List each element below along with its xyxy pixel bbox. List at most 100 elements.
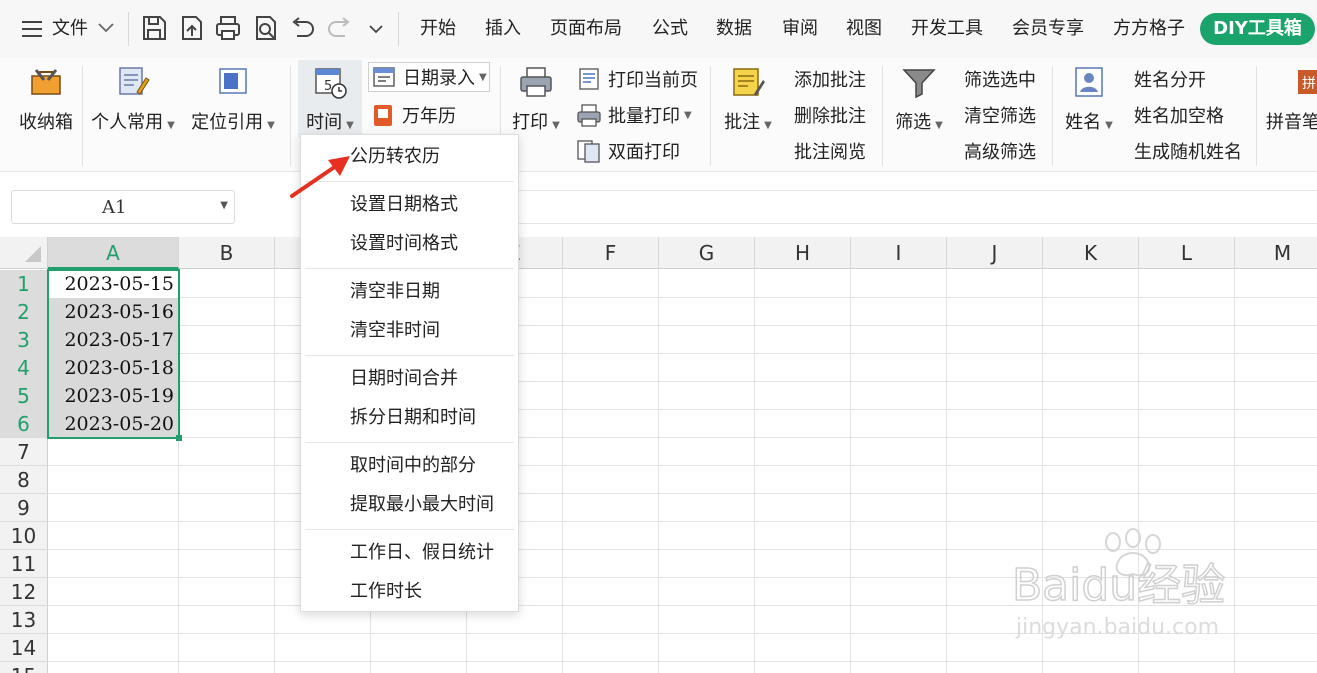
column-header[interactable]: M xyxy=(1235,237,1317,269)
row-header[interactable]: 11 xyxy=(0,550,48,578)
printer-icon xyxy=(520,67,552,97)
menu-item-workday-holiday-stats[interactable]: 工作日、假日统计 xyxy=(301,534,518,572)
row-header[interactable]: 12 xyxy=(0,578,48,606)
column-header[interactable]: F xyxy=(563,237,659,269)
column-header[interactable]: L xyxy=(1139,237,1235,269)
row-header[interactable]: 5 xyxy=(0,382,48,410)
chevron-down-icon[interactable] xyxy=(96,20,116,36)
column-header[interactable]: B xyxy=(179,237,275,269)
tab-home[interactable]: 开始 xyxy=(420,15,456,43)
cell-a4[interactable]: 2023-05-18 xyxy=(49,354,178,382)
tab-data[interactable]: 数据 xyxy=(716,15,752,43)
print-icon[interactable] xyxy=(214,14,242,42)
row-header[interactable]: 8 xyxy=(0,466,48,494)
menu-item-merge-date-time[interactable]: 日期时间合并 xyxy=(301,360,518,398)
export-pdf-icon[interactable] xyxy=(178,14,206,42)
row-header[interactable]: 13 xyxy=(0,606,48,634)
spreadsheet-grid[interactable]: A B C D E F G H I J K L M xyxy=(0,237,1317,673)
row-header[interactable]: 3 xyxy=(0,326,48,354)
name-box[interactable]: A1 ▼ xyxy=(11,190,235,224)
comment-button[interactable]: 批注 ▼ xyxy=(718,58,778,139)
row-header[interactable]: 6 xyxy=(0,410,48,438)
hamburger-menu-icon[interactable] xyxy=(20,17,44,41)
cell-a6[interactable]: 2023-05-20 xyxy=(49,410,178,438)
advanced-filter-button[interactable]: 高级筛选 xyxy=(964,136,1036,166)
row-header[interactable]: 7 xyxy=(0,438,48,466)
locate-cell-icon xyxy=(219,68,247,94)
print-preview-icon[interactable] xyxy=(252,14,280,42)
print-current-page-button[interactable]: 打印当前页 xyxy=(576,64,698,94)
tab-page-layout[interactable]: 页面布局 xyxy=(550,15,622,43)
tab-view[interactable]: 视图 xyxy=(846,15,882,43)
caret-down-icon: ▼ xyxy=(935,120,943,131)
tab-member[interactable]: 会员专享 xyxy=(1012,15,1084,43)
row-header[interactable]: 4 xyxy=(0,354,48,382)
row-header[interactable]: 2 xyxy=(0,298,48,326)
time-button[interactable]: 5 时间 ▼ xyxy=(298,58,362,139)
save-icon[interactable] xyxy=(140,14,168,42)
caret-down-icon: ▼ xyxy=(684,109,692,121)
column-header[interactable]: J xyxy=(947,237,1043,269)
menu-item-split-date-time[interactable]: 拆分日期和时间 xyxy=(301,399,518,437)
column-header[interactable]: G xyxy=(659,237,755,269)
split-name-button[interactable]: 姓名分开 xyxy=(1134,64,1206,94)
file-menu[interactable]: 文件 xyxy=(52,15,88,43)
add-comment-button[interactable]: 添加批注 xyxy=(794,64,866,94)
tab-diy-toolbox[interactable]: DIY工具箱 xyxy=(1200,13,1315,45)
caret-down-icon[interactable]: ▼ xyxy=(220,200,228,211)
customize-quick-access-icon[interactable] xyxy=(366,20,386,38)
tab-insert[interactable]: 插入 xyxy=(485,15,521,43)
duplex-print-button[interactable]: 双面打印 xyxy=(576,136,680,166)
delete-comment-button[interactable]: 删除批注 xyxy=(794,100,866,130)
row-header[interactable]: 10 xyxy=(0,522,48,550)
menu-item-extract-time-part[interactable]: 取时间中的部分 xyxy=(301,447,518,485)
filter-funnel-icon xyxy=(902,69,936,99)
tab-review[interactable]: 审阅 xyxy=(782,15,818,43)
date-entry-button[interactable]: 日期录入 ▼ xyxy=(368,62,490,92)
clear-filter-button[interactable]: 清空筛选 xyxy=(964,100,1036,130)
column-header[interactable]: A xyxy=(48,237,179,269)
perpetual-calendar-button[interactable]: 万年历 xyxy=(370,100,456,130)
formula-bar[interactable] xyxy=(518,190,1317,224)
redo-icon[interactable] xyxy=(326,14,354,42)
batch-print-button[interactable]: 批量打印 ▼ xyxy=(576,100,692,130)
row-header[interactable]: 9 xyxy=(0,494,48,522)
ribbon: 收纳箱 个人常用 ▼ 定位引用 ▼ 5 时间 ▼ 日期录入 ▼ 万年历 打印 ▼… xyxy=(0,58,1317,172)
row-header[interactable]: 14 xyxy=(0,634,48,662)
menu-item-min-max-time[interactable]: 提取最小最大时间 xyxy=(301,486,518,524)
select-all-corner[interactable] xyxy=(0,237,48,269)
svg-text:5: 5 xyxy=(324,79,332,94)
undo-icon[interactable] xyxy=(288,14,316,42)
read-comment-button[interactable]: 批注阅览 xyxy=(794,136,866,166)
tab-developer[interactable]: 开发工具 xyxy=(911,15,983,43)
spreadsheet-app: 文件 开始 插入 页面布局 公式 数据 审阅 视图 开发工具 会员专享 方方格子… xyxy=(0,0,1317,673)
column-header[interactable]: H xyxy=(755,237,851,269)
menu-item-clear-non-time[interactable]: 清空非时间 xyxy=(301,312,518,350)
tab-formulas[interactable]: 公式 xyxy=(652,15,688,43)
storage-box-button[interactable]: 收纳箱 xyxy=(14,58,78,136)
tab-fangfang[interactable]: 方方格子 xyxy=(1113,15,1185,43)
cell-a1[interactable]: 2023-05-15 xyxy=(49,270,178,298)
random-name-button[interactable]: 生成随机姓名 xyxy=(1134,136,1242,166)
row-header[interactable]: 1 xyxy=(0,270,48,298)
print-button[interactable]: 打印 ▼ xyxy=(506,58,566,139)
personal-common-button[interactable]: 个人常用 ▼ xyxy=(88,58,178,139)
locate-reference-button[interactable]: 定位引用 ▼ xyxy=(188,58,278,139)
menu-item-clear-non-date[interactable]: 清空非日期 xyxy=(301,273,518,311)
caret-down-icon: ▼ xyxy=(552,120,560,131)
menu-item-work-duration[interactable]: 工作时长 xyxy=(301,573,518,611)
filter-button[interactable]: 筛选 ▼ xyxy=(888,58,950,139)
print-page-icon xyxy=(579,68,599,90)
cell-a2[interactable]: 2023-05-16 xyxy=(49,298,178,326)
name-add-space-button[interactable]: 姓名加空格 xyxy=(1134,100,1224,130)
pinyin-button[interactable]: 拼 拼音笔 xyxy=(1266,58,1317,136)
menu-item-set-time-format[interactable]: 设置时间格式 xyxy=(301,225,518,263)
name-button[interactable]: 姓名 ▼ xyxy=(1058,58,1120,139)
filter-selected-button[interactable]: 筛选选中 xyxy=(964,64,1036,94)
row-header[interactable]: 15 xyxy=(0,662,48,673)
cell-a5[interactable]: 2023-05-19 xyxy=(49,382,178,410)
column-header[interactable]: I xyxy=(851,237,947,269)
column-header[interactable]: K xyxy=(1043,237,1139,269)
cell-a3[interactable]: 2023-05-17 xyxy=(49,326,178,354)
calendar-book-icon xyxy=(374,105,392,126)
